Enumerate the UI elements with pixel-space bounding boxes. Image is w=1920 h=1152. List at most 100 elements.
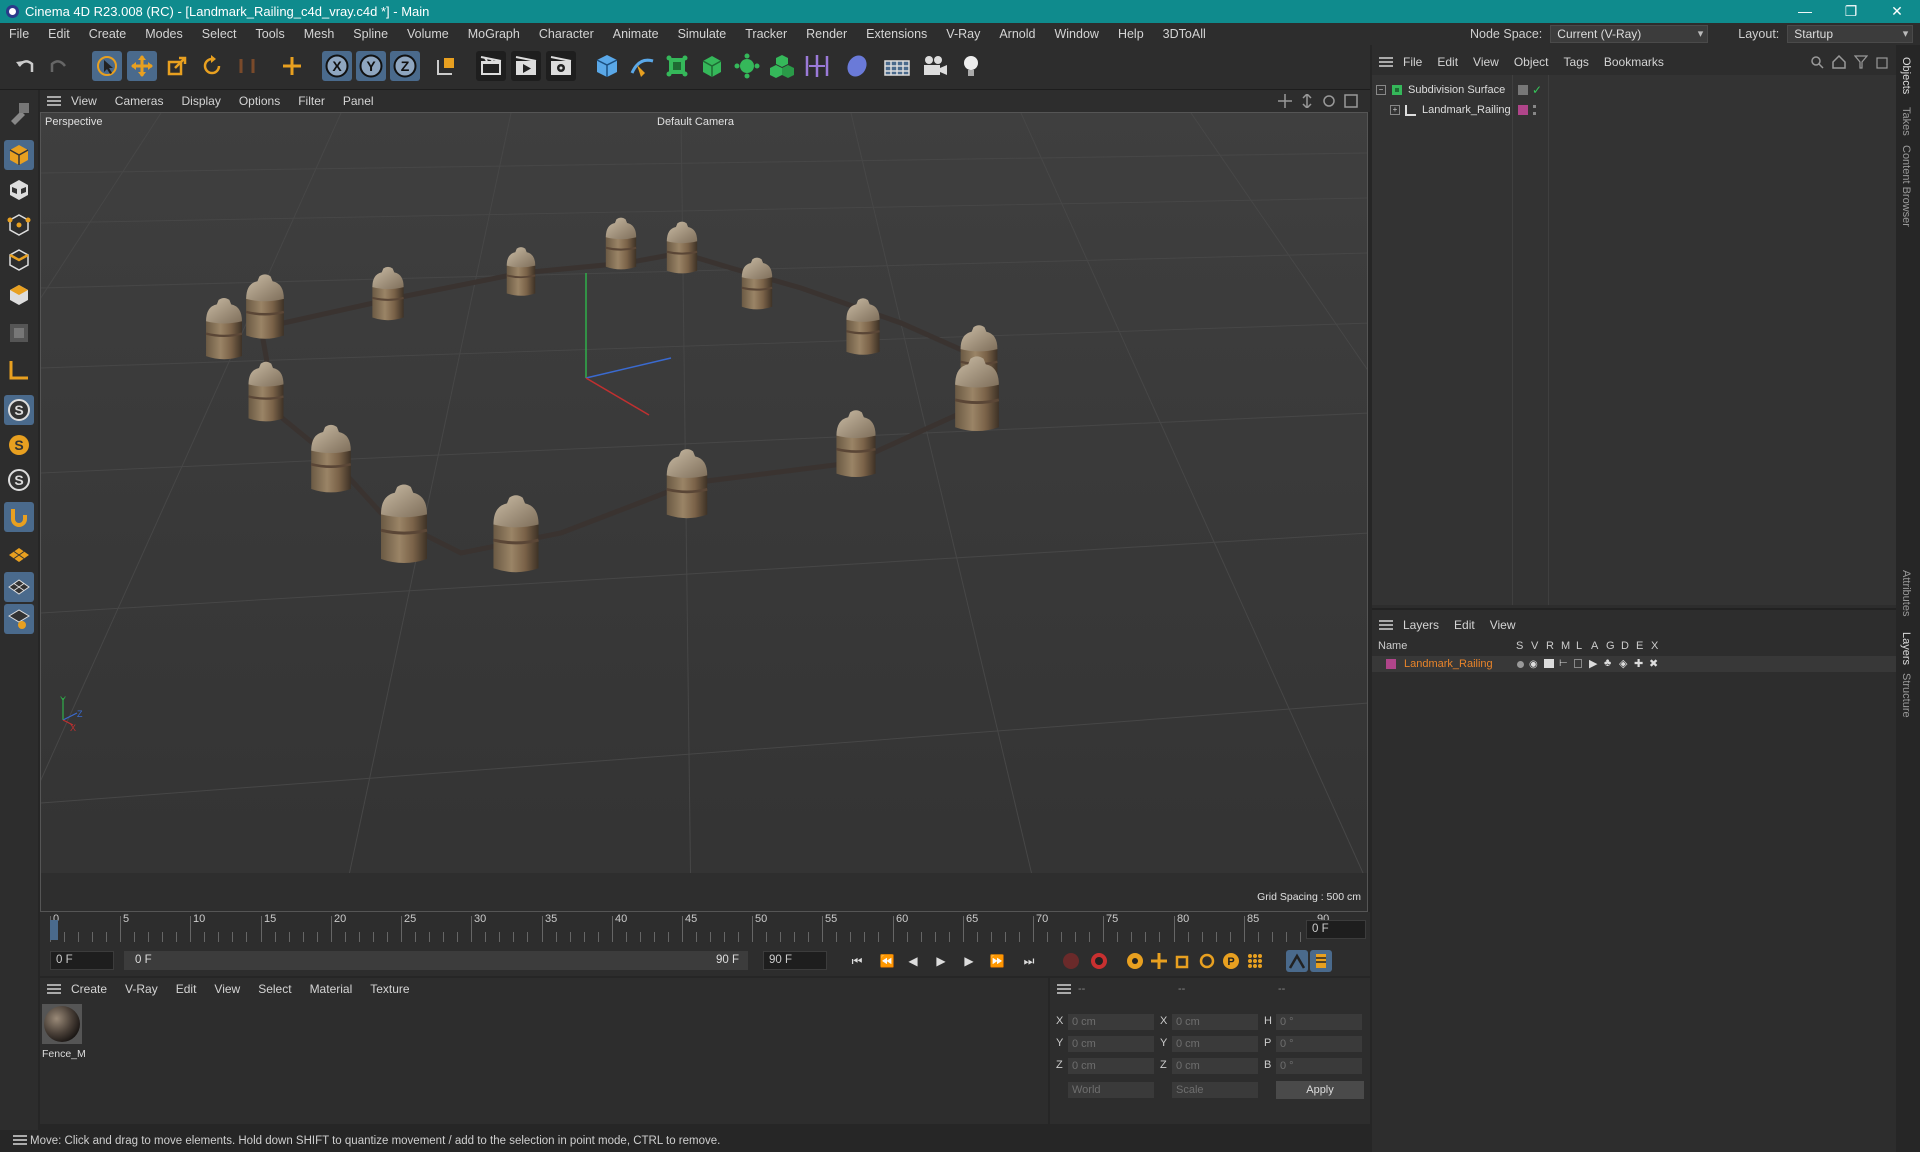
viewport-hamburger-icon[interactable]	[47, 96, 61, 106]
object-menu-bookmarks[interactable]: Bookmarks	[1604, 55, 1664, 69]
make-editable-icon[interactable]	[4, 98, 34, 128]
object-filter-icon[interactable]	[1854, 55, 1868, 69]
menu-mograph[interactable]: MoGraph	[468, 27, 520, 41]
menu-volume[interactable]: Volume	[407, 27, 449, 41]
current-frame-field[interactable]: 0 F	[1306, 920, 1366, 939]
close-button[interactable]: ✕	[1874, 0, 1920, 23]
key-scale-icon[interactable]	[1172, 950, 1194, 972]
menu-create[interactable]: Create	[89, 27, 127, 41]
menu-spline[interactable]: Spline	[353, 27, 388, 41]
workplane-icon[interactable]	[4, 355, 34, 385]
material-menu-edit[interactable]: Edit	[176, 982, 197, 996]
coord-size-y-field[interactable]: 0 cm	[1172, 1036, 1258, 1052]
cube-icon[interactable]	[592, 51, 622, 81]
menu-render[interactable]: Render	[806, 27, 847, 41]
menu-simulate[interactable]: Simulate	[678, 27, 727, 41]
select-arrow-icon[interactable]	[92, 51, 122, 81]
material-menu-select[interactable]: Select	[258, 982, 291, 996]
side-tab-objects[interactable]: Objects	[1900, 57, 1912, 94]
menu-animate[interactable]: Animate	[613, 27, 659, 41]
edge-mode-icon[interactable]	[4, 245, 34, 275]
layers-menu-layers[interactable]: Layers	[1403, 618, 1439, 632]
layer-expressions-icon[interactable]: ✚	[1634, 657, 1643, 670]
side-tab-layers[interactable]: Layers	[1900, 632, 1912, 665]
collapse-icon[interactable]: −	[1376, 85, 1386, 95]
object-menu-tags[interactable]: Tags	[1564, 55, 1589, 69]
restore-button[interactable]: ❐	[1828, 0, 1874, 23]
viewport-menu-panel[interactable]: Panel	[343, 94, 374, 108]
layers-menu-view[interactable]: View	[1490, 618, 1516, 632]
material-hamburger-icon[interactable]	[47, 984, 61, 994]
uv-mode-icon[interactable]	[4, 318, 34, 348]
menu-tools[interactable]: Tools	[256, 27, 285, 41]
coord-pos-x-field[interactable]: 0 cm	[1068, 1014, 1154, 1030]
move-icon[interactable]	[127, 51, 157, 81]
floor-icon[interactable]	[882, 51, 912, 81]
layer-xref-icon[interactable]: ✖	[1649, 657, 1658, 670]
expand-icon[interactable]: +	[1390, 105, 1400, 115]
viewport-zoom-icon[interactable]	[1300, 94, 1314, 108]
object-new-window-icon[interactable]	[1876, 55, 1890, 69]
go-to-end-icon[interactable]: ⏭	[1018, 950, 1040, 972]
snap-settings-icon[interactable]: S	[4, 430, 34, 460]
camera-icon[interactable]	[920, 51, 950, 81]
coord-size-z-field[interactable]: 0 cm	[1172, 1058, 1258, 1074]
viewport-menu-filter[interactable]: Filter	[298, 94, 325, 108]
material-menu-texture[interactable]: Texture	[370, 982, 409, 996]
point-mode-icon[interactable]	[4, 210, 34, 240]
render-settings-icon[interactable]	[546, 51, 576, 81]
viewport-menu-view[interactable]: View	[71, 94, 97, 108]
menu-modes[interactable]: Modes	[145, 27, 183, 41]
axis-z-icon[interactable]: Z	[390, 51, 420, 81]
frame-range-slider[interactable]: 0 F 90 F	[124, 951, 748, 970]
menu-vray[interactable]: V-Ray	[946, 27, 980, 41]
layer-deformers-icon[interactable]: ◈	[1619, 657, 1627, 670]
menu-3dtoall[interactable]: 3DToAll	[1163, 27, 1206, 41]
layers-hamburger-icon[interactable]	[1379, 620, 1393, 630]
extrude-icon[interactable]	[697, 51, 727, 81]
menu-extensions[interactable]: Extensions	[866, 27, 927, 41]
layer-render-icon[interactable]	[1544, 659, 1554, 668]
coord-rot-b-field[interactable]: 0 °	[1276, 1058, 1362, 1074]
viewport-menu-options[interactable]: Options	[239, 94, 280, 108]
side-tab-structure[interactable]: Structure	[1900, 673, 1912, 718]
render-view-icon[interactable]	[476, 51, 506, 81]
viewport-pan-icon[interactable]	[1278, 94, 1292, 108]
coordinate-mode-select[interactable]: Scale	[1172, 1082, 1258, 1098]
layer-animation-icon[interactable]: ▶	[1589, 657, 1597, 670]
viewport-menu-display[interactable]: Display	[181, 94, 220, 108]
menu-arnold[interactable]: Arnold	[999, 27, 1035, 41]
undo-icon[interactable]	[10, 51, 40, 81]
material-item[interactable]: Fence_M	[42, 1004, 86, 1060]
object-menu-view[interactable]: View	[1473, 55, 1499, 69]
menu-mesh[interactable]: Mesh	[304, 27, 335, 41]
prev-key-icon[interactable]: ⏪	[876, 950, 898, 972]
visibility-dots[interactable]	[1533, 105, 1537, 115]
object-search-icon[interactable]	[1810, 55, 1824, 69]
coordinate-space-select[interactable]: World	[1068, 1082, 1154, 1098]
perspective-viewport[interactable]: Y Z X Perspective Default Camera Grid Sp…	[40, 112, 1368, 912]
magnet-icon[interactable]	[4, 502, 34, 532]
object-menu-object[interactable]: Object	[1514, 55, 1549, 69]
apply-button[interactable]: Apply	[1276, 1081, 1364, 1099]
menu-edit[interactable]: Edit	[48, 27, 70, 41]
side-tab-takes[interactable]: Takes	[1900, 107, 1912, 136]
coord-pos-y-field[interactable]: 0 cm	[1068, 1036, 1154, 1052]
go-to-start-icon[interactable]: ⏮	[846, 950, 868, 972]
material-menu-vray[interactable]: V-Ray	[125, 982, 158, 996]
material-menu-create[interactable]: Create	[71, 982, 107, 996]
redo-icon[interactable]	[44, 51, 74, 81]
viewport-menu-cameras[interactable]: Cameras	[115, 94, 164, 108]
menu-file[interactable]: File	[9, 27, 29, 41]
viewport-maximize-icon[interactable]	[1344, 94, 1358, 108]
timeline-window-icon[interactable]	[1310, 950, 1332, 972]
material-menu-material[interactable]: Material	[310, 982, 353, 996]
menu-character[interactable]: Character	[539, 27, 594, 41]
add-icon[interactable]	[277, 51, 307, 81]
side-tab-attributes[interactable]: Attributes	[1900, 570, 1912, 616]
pen-spline-icon[interactable]	[627, 51, 657, 81]
model-mode-icon[interactable]	[4, 140, 34, 170]
menu-window[interactable]: Window	[1054, 27, 1098, 41]
render-picture-viewer-icon[interactable]	[511, 51, 541, 81]
layer-manager-icon[interactable]: ⊢	[1559, 658, 1568, 669]
